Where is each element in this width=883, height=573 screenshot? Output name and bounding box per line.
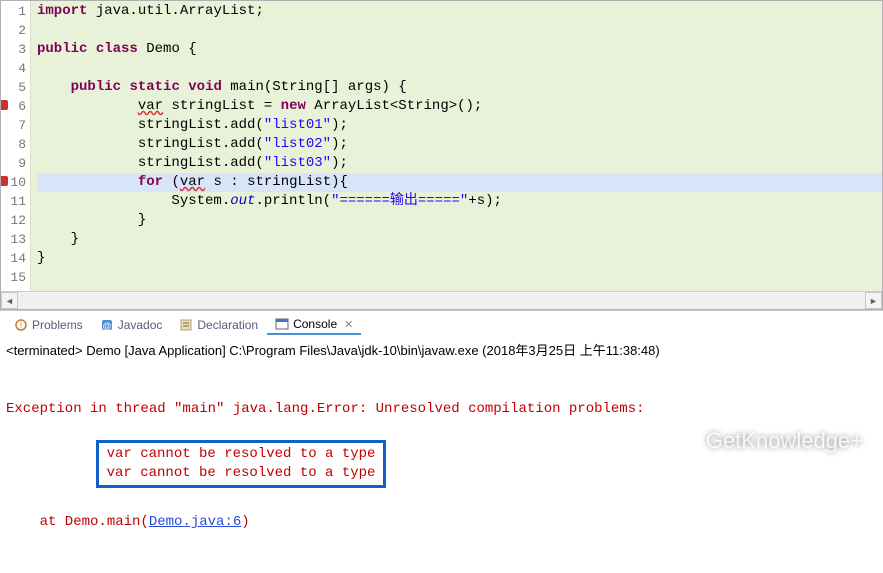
tab-label: Javadoc bbox=[118, 318, 163, 332]
line-number: 8 bbox=[1, 135, 26, 154]
console-icon bbox=[275, 317, 289, 331]
exception-line: Exception in thread "main" java.lang.Err… bbox=[6, 400, 877, 419]
error-message: var cannot be resolved to a type bbox=[107, 464, 376, 483]
line-number: 15 bbox=[1, 268, 26, 287]
line-number-gutter: 123456789101112131415 bbox=[1, 1, 31, 291]
line-number: 1 bbox=[1, 2, 26, 21]
line-number: 6 bbox=[1, 97, 26, 116]
error-highlight-box: var cannot be resolved to a typevar cann… bbox=[96, 440, 387, 488]
code-line[interactable]: stringList.add("list01"); bbox=[37, 116, 882, 135]
close-icon[interactable]: ✕ bbox=[344, 318, 353, 331]
code-line[interactable]: for (var s : stringList){ bbox=[37, 173, 882, 192]
tab-declaration[interactable]: Declaration bbox=[171, 316, 266, 334]
line-number: 4 bbox=[1, 59, 26, 78]
tab-problems[interactable]: ! Problems bbox=[6, 316, 91, 334]
line-number: 11 bbox=[1, 192, 26, 211]
code-line[interactable]: stringList.add("list02"); bbox=[37, 135, 882, 154]
problems-icon: ! bbox=[14, 318, 28, 332]
code-area[interactable]: import java.util.ArrayList; public class … bbox=[31, 1, 882, 291]
stack-line: at Demo.main(Demo.java:6) bbox=[6, 513, 877, 532]
views-tabbar: ! Problems @ Javadoc Declaration Console… bbox=[0, 310, 883, 337]
svg-text:@: @ bbox=[102, 321, 111, 331]
tab-label: Declaration bbox=[197, 318, 258, 332]
scroll-left-arrow[interactable]: ◄ bbox=[1, 292, 18, 309]
code-line[interactable]: } bbox=[37, 230, 882, 249]
console-output: Exception in thread "main" java.lang.Err… bbox=[6, 362, 877, 570]
code-line[interactable]: public class Demo { bbox=[37, 40, 882, 59]
console-header: <terminated> Demo [Java Application] C:\… bbox=[6, 340, 877, 359]
code-line[interactable]: } bbox=[37, 211, 882, 230]
line-number: 14 bbox=[1, 249, 26, 268]
tab-javadoc[interactable]: @ Javadoc bbox=[92, 316, 171, 334]
code-editor[interactable]: 123456789101112131415 import java.util.A… bbox=[0, 0, 883, 310]
line-number: 2 bbox=[1, 21, 26, 40]
declaration-icon bbox=[179, 318, 193, 332]
code-line[interactable] bbox=[37, 59, 882, 78]
svg-text:!: ! bbox=[20, 320, 23, 330]
line-number: 12 bbox=[1, 211, 26, 230]
code-line[interactable]: import java.util.ArrayList; bbox=[37, 2, 882, 21]
error-message: var cannot be resolved to a type bbox=[107, 445, 376, 464]
line-number: 9 bbox=[1, 154, 26, 173]
code-line[interactable]: System.out.println("======输出====="+s); bbox=[37, 192, 882, 211]
code-line[interactable]: stringList.add("list03"); bbox=[37, 154, 882, 173]
line-number: 7 bbox=[1, 116, 26, 135]
console-view: <terminated> Demo [Java Application] C:\… bbox=[0, 337, 883, 573]
code-line[interactable]: var stringList = new ArrayList<String>()… bbox=[37, 97, 882, 116]
javadoc-icon: @ bbox=[100, 318, 114, 332]
line-number: 5 bbox=[1, 78, 26, 97]
line-number: 10 bbox=[1, 173, 26, 192]
line-number: 13 bbox=[1, 230, 26, 249]
tab-label: Console bbox=[293, 317, 337, 331]
code-line[interactable]: } bbox=[37, 249, 882, 268]
scroll-track[interactable] bbox=[18, 292, 865, 309]
code-line[interactable] bbox=[37, 21, 882, 40]
tab-console[interactable]: Console ✕ bbox=[267, 315, 361, 335]
scroll-right-arrow[interactable]: ► bbox=[865, 292, 882, 309]
code-line[interactable] bbox=[37, 268, 882, 287]
code-line[interactable]: public static void main(String[] args) { bbox=[37, 78, 882, 97]
horizontal-scrollbar[interactable]: ◄ ► bbox=[1, 291, 882, 309]
stack-trace-link[interactable]: Demo.java:6 bbox=[149, 514, 241, 530]
line-number: 3 bbox=[1, 40, 26, 59]
tab-label: Problems bbox=[32, 318, 83, 332]
